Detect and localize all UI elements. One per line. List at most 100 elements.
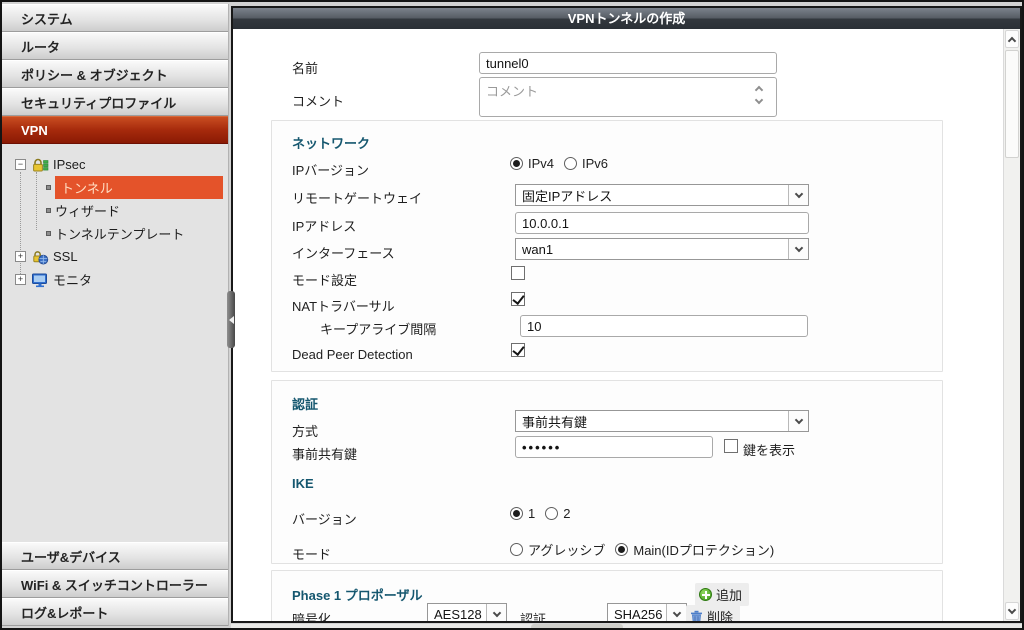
- horizontal-scrollbar[interactable]: [231, 624, 1022, 630]
- phase1-auth-label: 認証: [520, 609, 546, 621]
- comment-resize-icon[interactable]: [756, 84, 762, 103]
- sidebar-item-log-report[interactable]: ログ&レポート: [2, 598, 228, 626]
- tree-item-label: SSL: [53, 249, 78, 264]
- show-key-checkbox[interactable]: [724, 439, 738, 453]
- delete-proposal-button[interactable]: 削除: [686, 605, 740, 621]
- tree-item-wizard[interactable]: ウィザード: [2, 199, 228, 222]
- phase1-section-header: Phase 1 プロポーザル: [292, 585, 423, 604]
- authentication-section-header: 認証: [292, 394, 318, 413]
- aggressive-radio-label: アグレッシブ: [528, 540, 605, 559]
- tree-item-label: ウィザード: [55, 201, 120, 220]
- network-section-header: ネットワーク: [292, 133, 370, 152]
- ip-version-label: IPバージョン: [292, 160, 369, 179]
- sidebar: システム ルータ ポリシー & オブジェクト セキュリティプロファイル VPN …: [2, 4, 229, 626]
- ip-version-radios: IPv4 IPv6: [510, 156, 618, 171]
- ip-address-input[interactable]: [515, 212, 809, 234]
- comment-textarea[interactable]: [479, 77, 777, 117]
- trash-icon: [690, 610, 703, 622]
- tree-item-label: トンネルテンプレート: [55, 224, 184, 243]
- main-panel: VPNトンネルの作成 名前 コメント ネットワーク IPバージョン IPv4 I…: [231, 6, 1022, 623]
- ike-version-2-radio[interactable]: [545, 507, 558, 520]
- method-select[interactable]: 事前共有鍵: [515, 410, 809, 432]
- ike-mode-label: モード: [292, 544, 331, 563]
- hscrollbar-thumb[interactable]: [531, 624, 623, 630]
- select-value: AES128: [428, 607, 482, 622]
- interface-select[interactable]: wan1: [515, 238, 809, 260]
- tree-item-monitor[interactable]: + モニタ: [2, 268, 228, 291]
- sidebar-item-policy-objects[interactable]: ポリシー & オブジェクト: [2, 60, 228, 88]
- keepalive-label: キープアライブ間隔: [320, 319, 436, 338]
- chevron-down-icon: [755, 96, 763, 104]
- tree-bullet-icon: [46, 185, 51, 190]
- ip-address-label: IPアドレス: [292, 216, 356, 235]
- scrollbar-thumb[interactable]: [1005, 50, 1019, 158]
- phase1-auth-select[interactable]: SHA256: [607, 603, 687, 621]
- select-value: 事前共有鍵: [516, 412, 587, 431]
- chevron-down-icon: [666, 604, 686, 621]
- nat-traversal-checkbox[interactable]: [511, 292, 525, 306]
- ipv6-radio[interactable]: [564, 157, 577, 170]
- sidebar-spacer: [2, 291, 228, 542]
- ssl-lock-globe-icon: [31, 249, 49, 265]
- ike-version-label: バージョン: [292, 509, 357, 528]
- tree-bullet-icon: [46, 208, 51, 213]
- select-value: 固定IPアドレス: [516, 186, 612, 205]
- ike-version-1-radio[interactable]: [510, 507, 523, 520]
- dpd-label: Dead Peer Detection: [292, 347, 413, 362]
- ipsec-lock-icon: [31, 157, 49, 173]
- ike-version-2-label: 2: [563, 506, 570, 521]
- chevron-down-icon: [788, 411, 808, 431]
- aggressive-radio[interactable]: [510, 543, 523, 556]
- scroll-down-button[interactable]: [1005, 602, 1019, 620]
- form-content: 名前 コメント ネットワーク IPバージョン IPv4 IPv6 リモートゲート…: [233, 29, 1003, 621]
- add-label: 追加: [716, 585, 742, 604]
- tree-item-ssl[interactable]: + SSL: [2, 245, 228, 268]
- vpn-tree: − IPsec トンネル ウィザード: [2, 144, 228, 291]
- method-label: 方式: [292, 421, 318, 440]
- sidebar-item-security-profiles[interactable]: セキュリティプロファイル: [2, 88, 228, 116]
- select-value: SHA256: [608, 607, 662, 622]
- sidebar-item-wifi-switch-controller[interactable]: WiFi & スイッチコントローラー: [2, 570, 228, 598]
- main-mode-radio[interactable]: [615, 543, 628, 556]
- sidebar-item-router[interactable]: ルータ: [2, 32, 228, 60]
- delete-label: 削除: [707, 607, 733, 621]
- sidebar-collapse-handle[interactable]: [227, 291, 235, 348]
- chevron-up-icon: [755, 86, 763, 94]
- select-value: wan1: [516, 242, 553, 257]
- monitor-icon: [31, 272, 49, 288]
- mode-config-checkbox[interactable]: [511, 266, 525, 280]
- ike-section-header: IKE: [292, 476, 314, 491]
- psk-input[interactable]: [515, 436, 713, 458]
- expand-plus-icon[interactable]: +: [15, 251, 26, 262]
- tree-item-ipsec[interactable]: − IPsec: [2, 153, 228, 176]
- show-key-label: 鍵を表示: [743, 440, 795, 459]
- sidebar-item-system[interactable]: システム: [2, 4, 228, 32]
- tree-bullet-icon: [46, 231, 51, 236]
- tree-item-tunnel-template[interactable]: トンネルテンプレート: [2, 222, 228, 245]
- tree-item-tunnel[interactable]: トンネル: [2, 176, 223, 199]
- keepalive-input[interactable]: [520, 315, 808, 337]
- dpd-checkbox[interactable]: [511, 343, 525, 357]
- ipv6-radio-label: IPv6: [582, 156, 608, 171]
- psk-label: 事前共有鍵: [292, 444, 357, 463]
- expand-plus-icon[interactable]: +: [15, 274, 26, 285]
- scroll-up-button[interactable]: [1005, 30, 1019, 48]
- vertical-scrollbar[interactable]: [1003, 29, 1020, 621]
- name-input[interactable]: [479, 52, 777, 74]
- collapse-minus-icon[interactable]: −: [15, 159, 26, 170]
- ike-version-radios: 1 2: [510, 506, 580, 521]
- interface-label: インターフェース: [292, 243, 395, 262]
- encryption-select[interactable]: AES128: [427, 603, 507, 621]
- tree-item-label: IPsec: [53, 157, 86, 172]
- remote-gateway-select[interactable]: 固定IPアドレス: [515, 184, 809, 206]
- sidebar-item-vpn[interactable]: VPN: [2, 116, 228, 144]
- chevron-down-icon: [788, 239, 808, 259]
- sidebar-item-user-device[interactable]: ユーザ&デバイス: [2, 542, 228, 570]
- add-proposal-button[interactable]: 追加: [695, 583, 749, 606]
- page-title: VPNトンネルの作成: [233, 8, 1020, 29]
- comment-label: コメント: [292, 91, 344, 110]
- ipv4-radio[interactable]: [510, 157, 523, 170]
- ipv4-radio-label: IPv4: [528, 156, 554, 171]
- tree-item-label: モニタ: [53, 270, 92, 289]
- name-label: 名前: [292, 58, 318, 77]
